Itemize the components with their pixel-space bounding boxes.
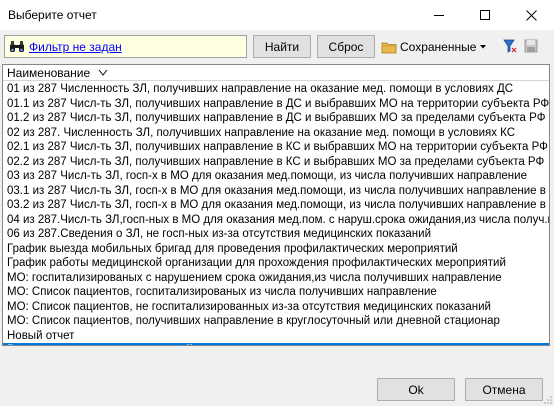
- close-button[interactable]: [508, 0, 554, 30]
- delete-icon: [524, 39, 538, 53]
- list-item[interactable]: МО: Список пациентов, не госпитализирова…: [3, 300, 549, 315]
- save-filter-icon: [503, 39, 517, 53]
- filter-link[interactable]: Фильтр не задан: [29, 40, 122, 54]
- reset-button[interactable]: Сброс: [317, 35, 375, 58]
- list-item[interactable]: 01.2 из 287 Числ-ть ЗЛ, получивших напра…: [3, 111, 549, 126]
- list-item[interactable]: График выезда мобильных бригад для прове…: [3, 242, 549, 257]
- saved-dropdown[interactable]: Сохраненные: [381, 36, 487, 58]
- list-item[interactable]: МО: госпитализированых с нарушением срок…: [3, 271, 549, 286]
- title-bar: Выберите отчет: [0, 0, 554, 30]
- list-item[interactable]: 02.2 из 287 Числ-ть ЗЛ, получивших напра…: [3, 155, 549, 170]
- list-item[interactable]: МО: Список пациентов, получивших направл…: [3, 314, 549, 329]
- window-title: Выберите отчет: [8, 8, 97, 22]
- dropdown-arrow-icon: [480, 45, 487, 49]
- list-item[interactable]: 06 из 287.Сведения о ЗЛ, не госп-ных из-…: [3, 227, 549, 242]
- filter-field[interactable]: Фильтр не задан: [4, 35, 247, 58]
- find-button[interactable]: Найти: [253, 35, 311, 58]
- list-header[interactable]: Наименование: [3, 65, 549, 81]
- minimize-icon: [434, 14, 444, 16]
- list-item[interactable]: МО: Список пациентов, госпитализированых…: [3, 285, 549, 300]
- folder-icon: [381, 42, 397, 54]
- maximize-icon: [480, 10, 490, 20]
- delete-button[interactable]: [521, 36, 541, 56]
- report-list[interactable]: Наименование 01 из 287 Численность ЗЛ, п…: [2, 64, 550, 346]
- maximize-button[interactable]: [462, 0, 508, 30]
- cancel-button[interactable]: Отмена: [465, 378, 543, 401]
- list-item[interactable]: 03.1 из 287 Числ-ть ЗЛ, госп-х в МО для …: [3, 184, 549, 199]
- binoculars-icon: [10, 40, 24, 52]
- close-icon: [525, 9, 537, 21]
- minimize-button[interactable]: [416, 0, 462, 30]
- ok-button[interactable]: Ok: [377, 378, 455, 401]
- list-item[interactable]: 03 из 287 Числ-ть ЗЛ, госп-х в МО для ок…: [3, 169, 549, 184]
- list-item[interactable]: Реестр страховых представителей: [3, 343, 549, 345]
- list-item[interactable]: 01.1 из 287 Числ-ть ЗЛ, получивших напра…: [3, 97, 549, 112]
- list-rows: 01 из 287 Численность ЗЛ, получивших нап…: [3, 82, 549, 345]
- list-item[interactable]: Новый отчет: [3, 329, 549, 344]
- resize-grip-icon[interactable]: [543, 395, 553, 405]
- saved-label: Сохраненные: [400, 40, 477, 54]
- list-item[interactable]: 04 из 287.Числ-ть ЗЛ,госп-ных в МО для о…: [3, 213, 549, 228]
- list-item[interactable]: 03.2 из 287 Числ-ть ЗЛ, госп-х в МО для …: [3, 198, 549, 213]
- save-filter-button[interactable]: [499, 36, 519, 56]
- sort-arrow-icon: [98, 69, 108, 76]
- list-item[interactable]: 01 из 287 Численность ЗЛ, получивших нап…: [3, 82, 549, 97]
- column-header-name: Наименование: [7, 65, 91, 80]
- list-item[interactable]: 02.1 из 287 Числ-ть ЗЛ, получивших напра…: [3, 140, 549, 155]
- list-item[interactable]: График работы медицинской организации дл…: [3, 256, 549, 271]
- list-item[interactable]: 02 из 287. Численность ЗЛ, получивших на…: [3, 126, 549, 141]
